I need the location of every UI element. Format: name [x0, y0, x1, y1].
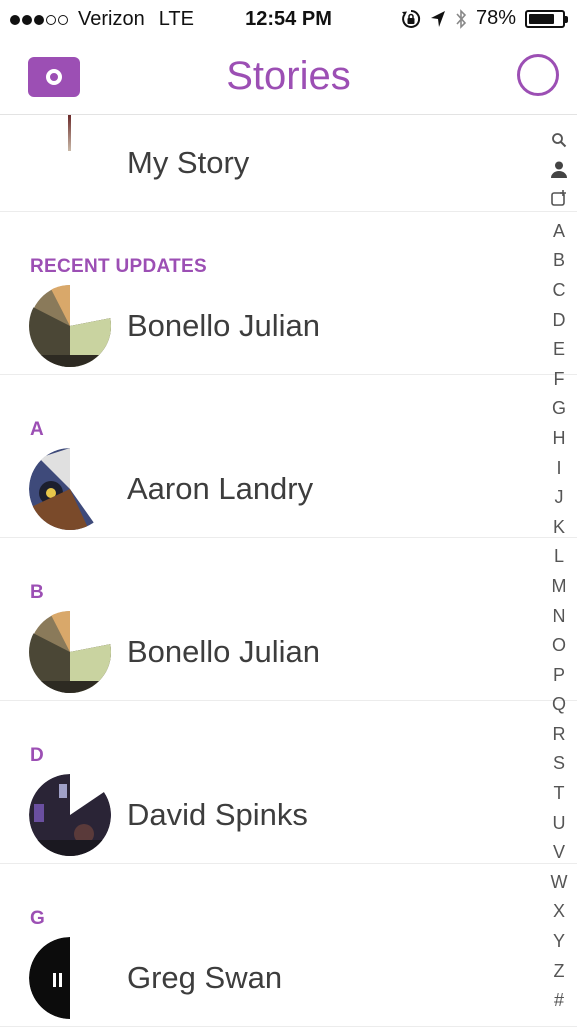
- index-letter[interactable]: R: [553, 720, 566, 750]
- index-letter[interactable]: X: [553, 897, 565, 927]
- section-title: B: [30, 582, 45, 603]
- story-name: Bonello Julian: [127, 308, 321, 343]
- stories-list: My Story RECENT UPDATES Bonello Julian A: [0, 115, 577, 1027]
- index-letter[interactable]: S: [553, 749, 565, 779]
- story-avatar[interactable]: [29, 285, 111, 367]
- story-row[interactable]: Bonello Julian: [0, 604, 577, 701]
- section-header-b: B: [0, 538, 577, 604]
- index-letter[interactable]: D: [553, 306, 566, 336]
- index-letter[interactable]: V: [553, 838, 565, 868]
- index-letter[interactable]: L: [554, 542, 564, 572]
- index-letter[interactable]: O: [552, 631, 566, 661]
- location-arrow-icon: [430, 10, 445, 27]
- alphabet-index[interactable]: A B C D E F G H I J K L M N O P Q R S T …: [545, 128, 573, 1016]
- section-title: A: [30, 419, 45, 440]
- story-row[interactable]: Bonello Julian: [0, 278, 577, 375]
- story-row[interactable]: Greg Swan: [0, 930, 577, 1027]
- section-title: RECENT UPDATES: [30, 256, 207, 277]
- index-letter[interactable]: W: [551, 868, 568, 898]
- index-letter[interactable]: M: [552, 572, 567, 602]
- index-letter[interactable]: G: [552, 394, 566, 424]
- search-icon[interactable]: [551, 128, 567, 158]
- status-right: 78%: [401, 7, 568, 30]
- person-icon[interactable]: [550, 158, 568, 188]
- my-story-label: My Story: [127, 145, 250, 180]
- section-title: D: [30, 745, 45, 766]
- index-letter[interactable]: E: [553, 335, 565, 365]
- rotation-lock-icon: [401, 9, 421, 28]
- section-title: G: [30, 908, 46, 929]
- index-letter[interactable]: F: [554, 365, 565, 395]
- index-letter[interactable]: Q: [552, 690, 566, 720]
- section-header-recent: RECENT UPDATES: [0, 212, 577, 278]
- my-story-row[interactable]: My Story: [0, 115, 577, 212]
- story-name: Aaron Landry: [127, 471, 314, 506]
- section-header-g: G: [0, 864, 577, 930]
- story-avatar[interactable]: [29, 937, 111, 1019]
- index-letter[interactable]: Z: [554, 957, 565, 987]
- battery-level: [529, 13, 554, 24]
- story-row[interactable]: David Spinks: [0, 767, 577, 864]
- index-letter[interactable]: T: [554, 779, 565, 809]
- index-letter[interactable]: I: [556, 454, 561, 484]
- story-avatar[interactable]: [29, 774, 111, 856]
- story-row[interactable]: Aaron Landry: [0, 441, 577, 538]
- story-name: Bonello Julian: [127, 634, 321, 669]
- index-letter[interactable]: U: [553, 809, 566, 839]
- index-letter[interactable]: C: [553, 276, 566, 306]
- section-header-a: A: [0, 375, 577, 441]
- index-letter[interactable]: K: [553, 513, 565, 543]
- header: Stories: [0, 38, 577, 115]
- story-name: David Spinks: [127, 797, 308, 832]
- battery-percentage: 78%: [475, 7, 516, 29]
- index-letter[interactable]: A: [553, 217, 565, 247]
- index-letter[interactable]: Y: [553, 927, 565, 957]
- index-letter[interactable]: P: [553, 661, 565, 691]
- bluetooth-icon: [456, 8, 467, 29]
- index-letter[interactable]: #: [554, 986, 564, 1016]
- story-name: Greg Swan: [127, 960, 283, 995]
- story-avatar[interactable]: [29, 448, 111, 530]
- page-title: Stories: [226, 54, 351, 98]
- index-letter[interactable]: J: [555, 483, 564, 513]
- section-header-d: D: [0, 701, 577, 767]
- index-letter[interactable]: N: [553, 602, 566, 632]
- index-letter[interactable]: B: [553, 246, 565, 276]
- my-story-thumbnail: [68, 115, 71, 151]
- story-avatar[interactable]: [29, 611, 111, 693]
- record-circle-icon[interactable]: [517, 54, 559, 96]
- index-letter[interactable]: H: [553, 424, 566, 454]
- status-bar: Verizon LTE 12:54 PM 78%: [0, 0, 577, 38]
- add-friend-icon[interactable]: [550, 187, 568, 217]
- battery-icon: [525, 9, 568, 28]
